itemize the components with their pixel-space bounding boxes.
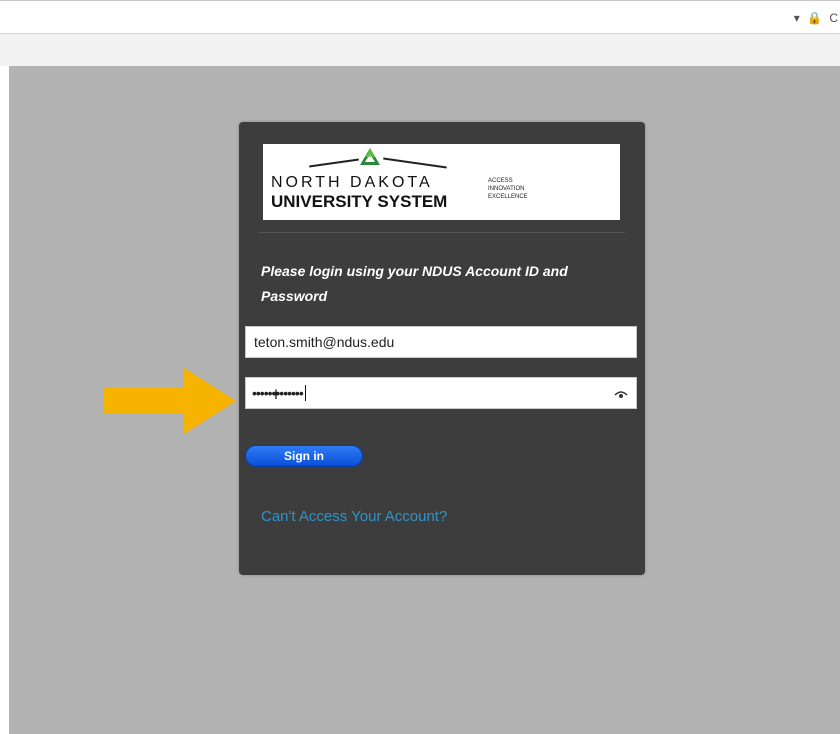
ibeam-cursor-icon: I (274, 386, 278, 402)
password-mask: ••••••••••••• (252, 385, 306, 401)
panel-divider (259, 232, 625, 233)
login-instructions: Please login using your NDUS Account ID … (261, 263, 568, 304)
tagline-excellence: EXCELLENCE (488, 194, 528, 200)
email-value: teton.smith@ndus.edu (254, 334, 395, 350)
browser-address-bar: ▾ 🔒 C (0, 0, 840, 34)
logo-tagline: ACCESS INNOVATION EXCELLENCE (488, 177, 528, 201)
logo-arc-left (309, 158, 359, 168)
cant-access-account-link[interactable]: Can't Access Your Account? (261, 508, 447, 525)
email-field[interactable]: teton.smith@ndus.edu (245, 326, 637, 358)
password-field[interactable]: ••••••••••••• I (245, 377, 637, 409)
logo-arc-right (383, 157, 447, 169)
text-caret (304, 385, 306, 401)
logo-text-university-system: UNIVERSITY SYSTEM (271, 192, 448, 211)
login-panel: NORTH DAKOTA UNIVERSITY SYSTEM ACCESS IN… (239, 122, 645, 575)
browser-toolbar-icons[interactable]: ▾ 🔒 C (794, 11, 840, 25)
logo-emblem-icon (360, 148, 380, 165)
eye-icon[interactable] (614, 387, 628, 401)
logo-text-north-dakota: NORTH DAKOTA (271, 174, 433, 191)
tagline-innovation: INNOVATION (488, 186, 525, 192)
browser-toolbar-strip (0, 34, 840, 67)
sign-in-button[interactable]: Sign in (245, 445, 363, 467)
tagline-access: ACCESS (488, 178, 513, 184)
window-left-edge (0, 66, 9, 734)
arrow-right-icon (104, 368, 236, 434)
ndus-logo: NORTH DAKOTA UNIVERSITY SYSTEM ACCESS IN… (263, 144, 620, 220)
